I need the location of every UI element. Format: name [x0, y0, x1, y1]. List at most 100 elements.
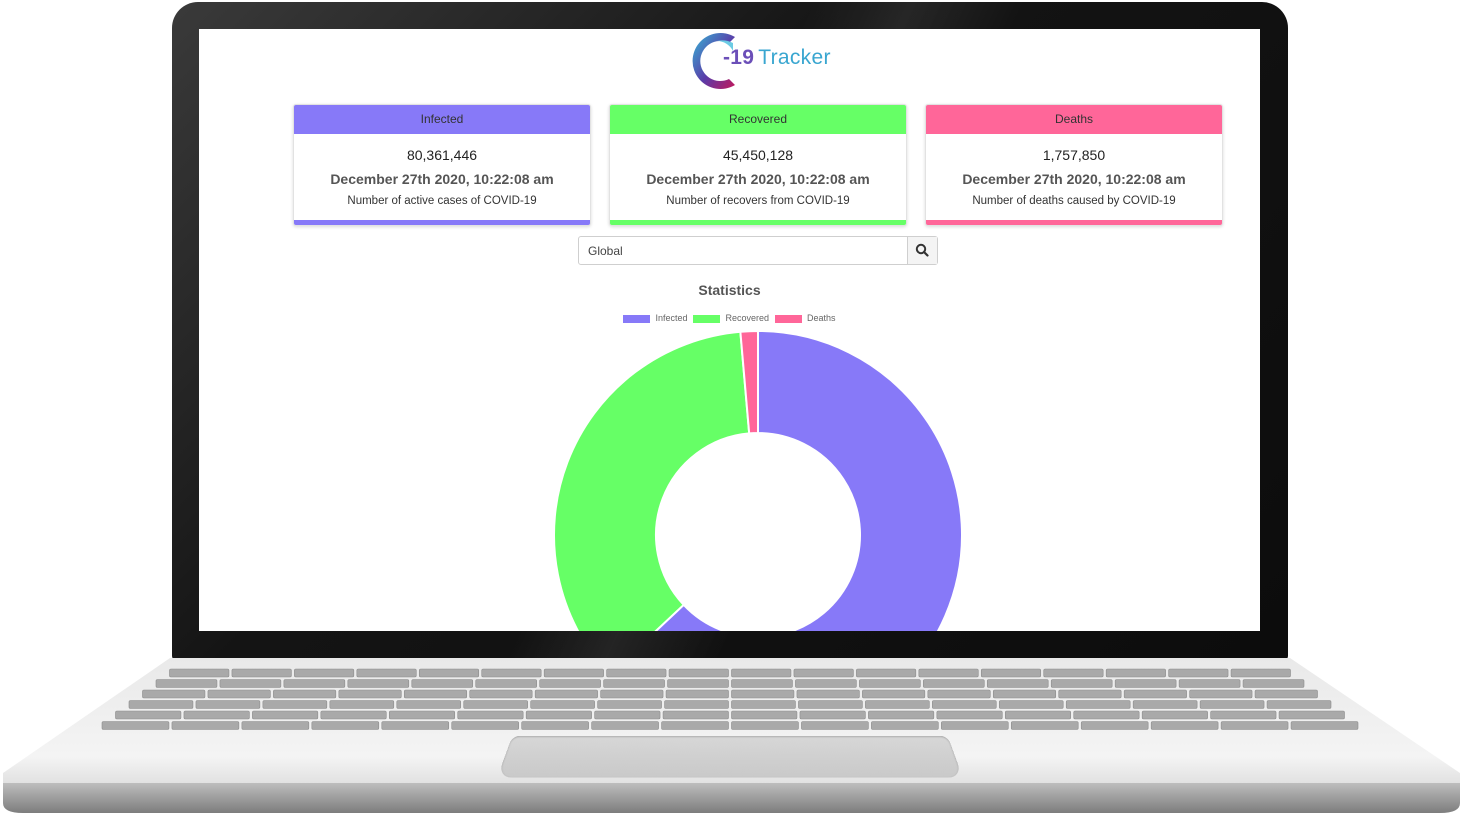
keyboard-key [1050, 679, 1113, 688]
keyboard-key [169, 668, 230, 678]
keyboard-key [1010, 721, 1079, 730]
keyboard-key [418, 668, 480, 678]
keyboard-key [1141, 710, 1208, 720]
keyboard-key [980, 668, 1042, 678]
keyboard-key [798, 700, 863, 709]
keyboard-key [859, 679, 921, 688]
keyboard-key [396, 700, 462, 709]
keyboard-key [597, 700, 662, 709]
keyboard-key [941, 721, 1009, 730]
keyboard-key [667, 679, 729, 688]
keyboard-key [1150, 721, 1219, 730]
keyboard-key [171, 721, 240, 730]
keyboard-key [481, 668, 542, 678]
keyboard-key [475, 679, 537, 688]
keyboard-key [865, 700, 930, 709]
keyboard-key [856, 668, 917, 678]
keyboard-key [731, 710, 798, 720]
keyboard-key [1278, 710, 1345, 720]
keyboard-key [521, 721, 589, 730]
keyboard-key [998, 700, 1064, 709]
keyboard-key [525, 710, 592, 720]
keyboard-key [241, 721, 310, 730]
keyboard-key [311, 721, 380, 730]
keyboard-key [1242, 679, 1305, 688]
keyboard-key [1189, 689, 1253, 699]
keyboard-key [731, 721, 799, 730]
keyboard-key [457, 710, 524, 720]
keyboard-key [799, 710, 866, 720]
keyboard-key [530, 700, 595, 709]
keyboard-key [294, 668, 355, 678]
keyboard-key [347, 679, 410, 688]
keyboard-key [534, 689, 598, 699]
keyboard-key [731, 689, 795, 699]
keyboard-key [283, 679, 346, 688]
keyboard-key [411, 679, 474, 688]
keyboard-key [219, 679, 282, 688]
keyboard-key [1080, 721, 1149, 730]
keyboard-key [403, 689, 468, 699]
keyboard-key [1290, 721, 1359, 730]
keyboard-key [661, 721, 729, 730]
keyboard-key [1043, 668, 1104, 678]
keyboard-key [731, 679, 793, 688]
keyboard-key [1199, 700, 1265, 709]
keyboard-key [936, 710, 1003, 720]
keyboard-key [1254, 689, 1318, 699]
keyboard-key [388, 710, 456, 720]
keyboard-key [329, 700, 395, 709]
keyboard-key [603, 679, 665, 688]
keyboard-key [927, 689, 991, 699]
keyboard-key [356, 668, 417, 678]
keyboard-key [591, 721, 659, 730]
keyboard-key [868, 710, 935, 720]
keyboard-key [463, 700, 528, 709]
keyboard-key [662, 710, 729, 720]
keyboard-key [338, 689, 402, 699]
keyboard-key [543, 668, 604, 678]
app-screen: -19 Tracker Infected 80,361,446 December … [199, 29, 1260, 631]
keyboard-key [795, 679, 857, 688]
keyboard-key [142, 689, 206, 699]
keyboard-key [183, 710, 250, 720]
keyboard-key [539, 679, 601, 688]
laptop-base [0, 655, 1463, 814]
keyboard-key [207, 689, 271, 699]
keyboard-key [731, 668, 792, 678]
keyboard-key [469, 689, 533, 699]
keyboard-key [451, 721, 519, 730]
keyboard-key [796, 689, 860, 699]
keyboard-key [801, 721, 869, 730]
keyboard-key [871, 721, 939, 730]
keyboard-key [862, 689, 926, 699]
keyboard-key [195, 700, 261, 709]
keyboard-key [1210, 710, 1277, 720]
keyboard-key [252, 710, 319, 720]
keyboard-key [128, 700, 194, 709]
donut-slice-recovered[interactable] [553, 330, 751, 631]
keyboard-key [1114, 679, 1177, 688]
keyboard-key [665, 689, 729, 699]
keyboard-key [1065, 700, 1131, 709]
keyboard-key [1168, 668, 1229, 678]
laptop-base-shape [3, 658, 1460, 813]
keyboard-key [1230, 668, 1291, 678]
keyboard-key [918, 668, 979, 678]
keyboard-key [262, 700, 328, 709]
keyboard-key [115, 710, 182, 720]
keyboard-key [1058, 689, 1122, 699]
keyboard-key [986, 679, 1049, 688]
keyboard-key [668, 668, 729, 678]
keyboard-key [992, 689, 1057, 699]
keyboard-key [600, 689, 664, 699]
keyboard-key [1266, 700, 1332, 709]
keyboard-key [1073, 710, 1140, 720]
keyboard-key [1004, 710, 1072, 720]
keyboard-key [923, 679, 985, 688]
keyboard-key [320, 710, 387, 720]
keyboard-key [793, 668, 854, 678]
keyboard-key [1220, 721, 1289, 730]
trackpad [497, 735, 963, 778]
statistics-donut-chart [553, 329, 963, 631]
